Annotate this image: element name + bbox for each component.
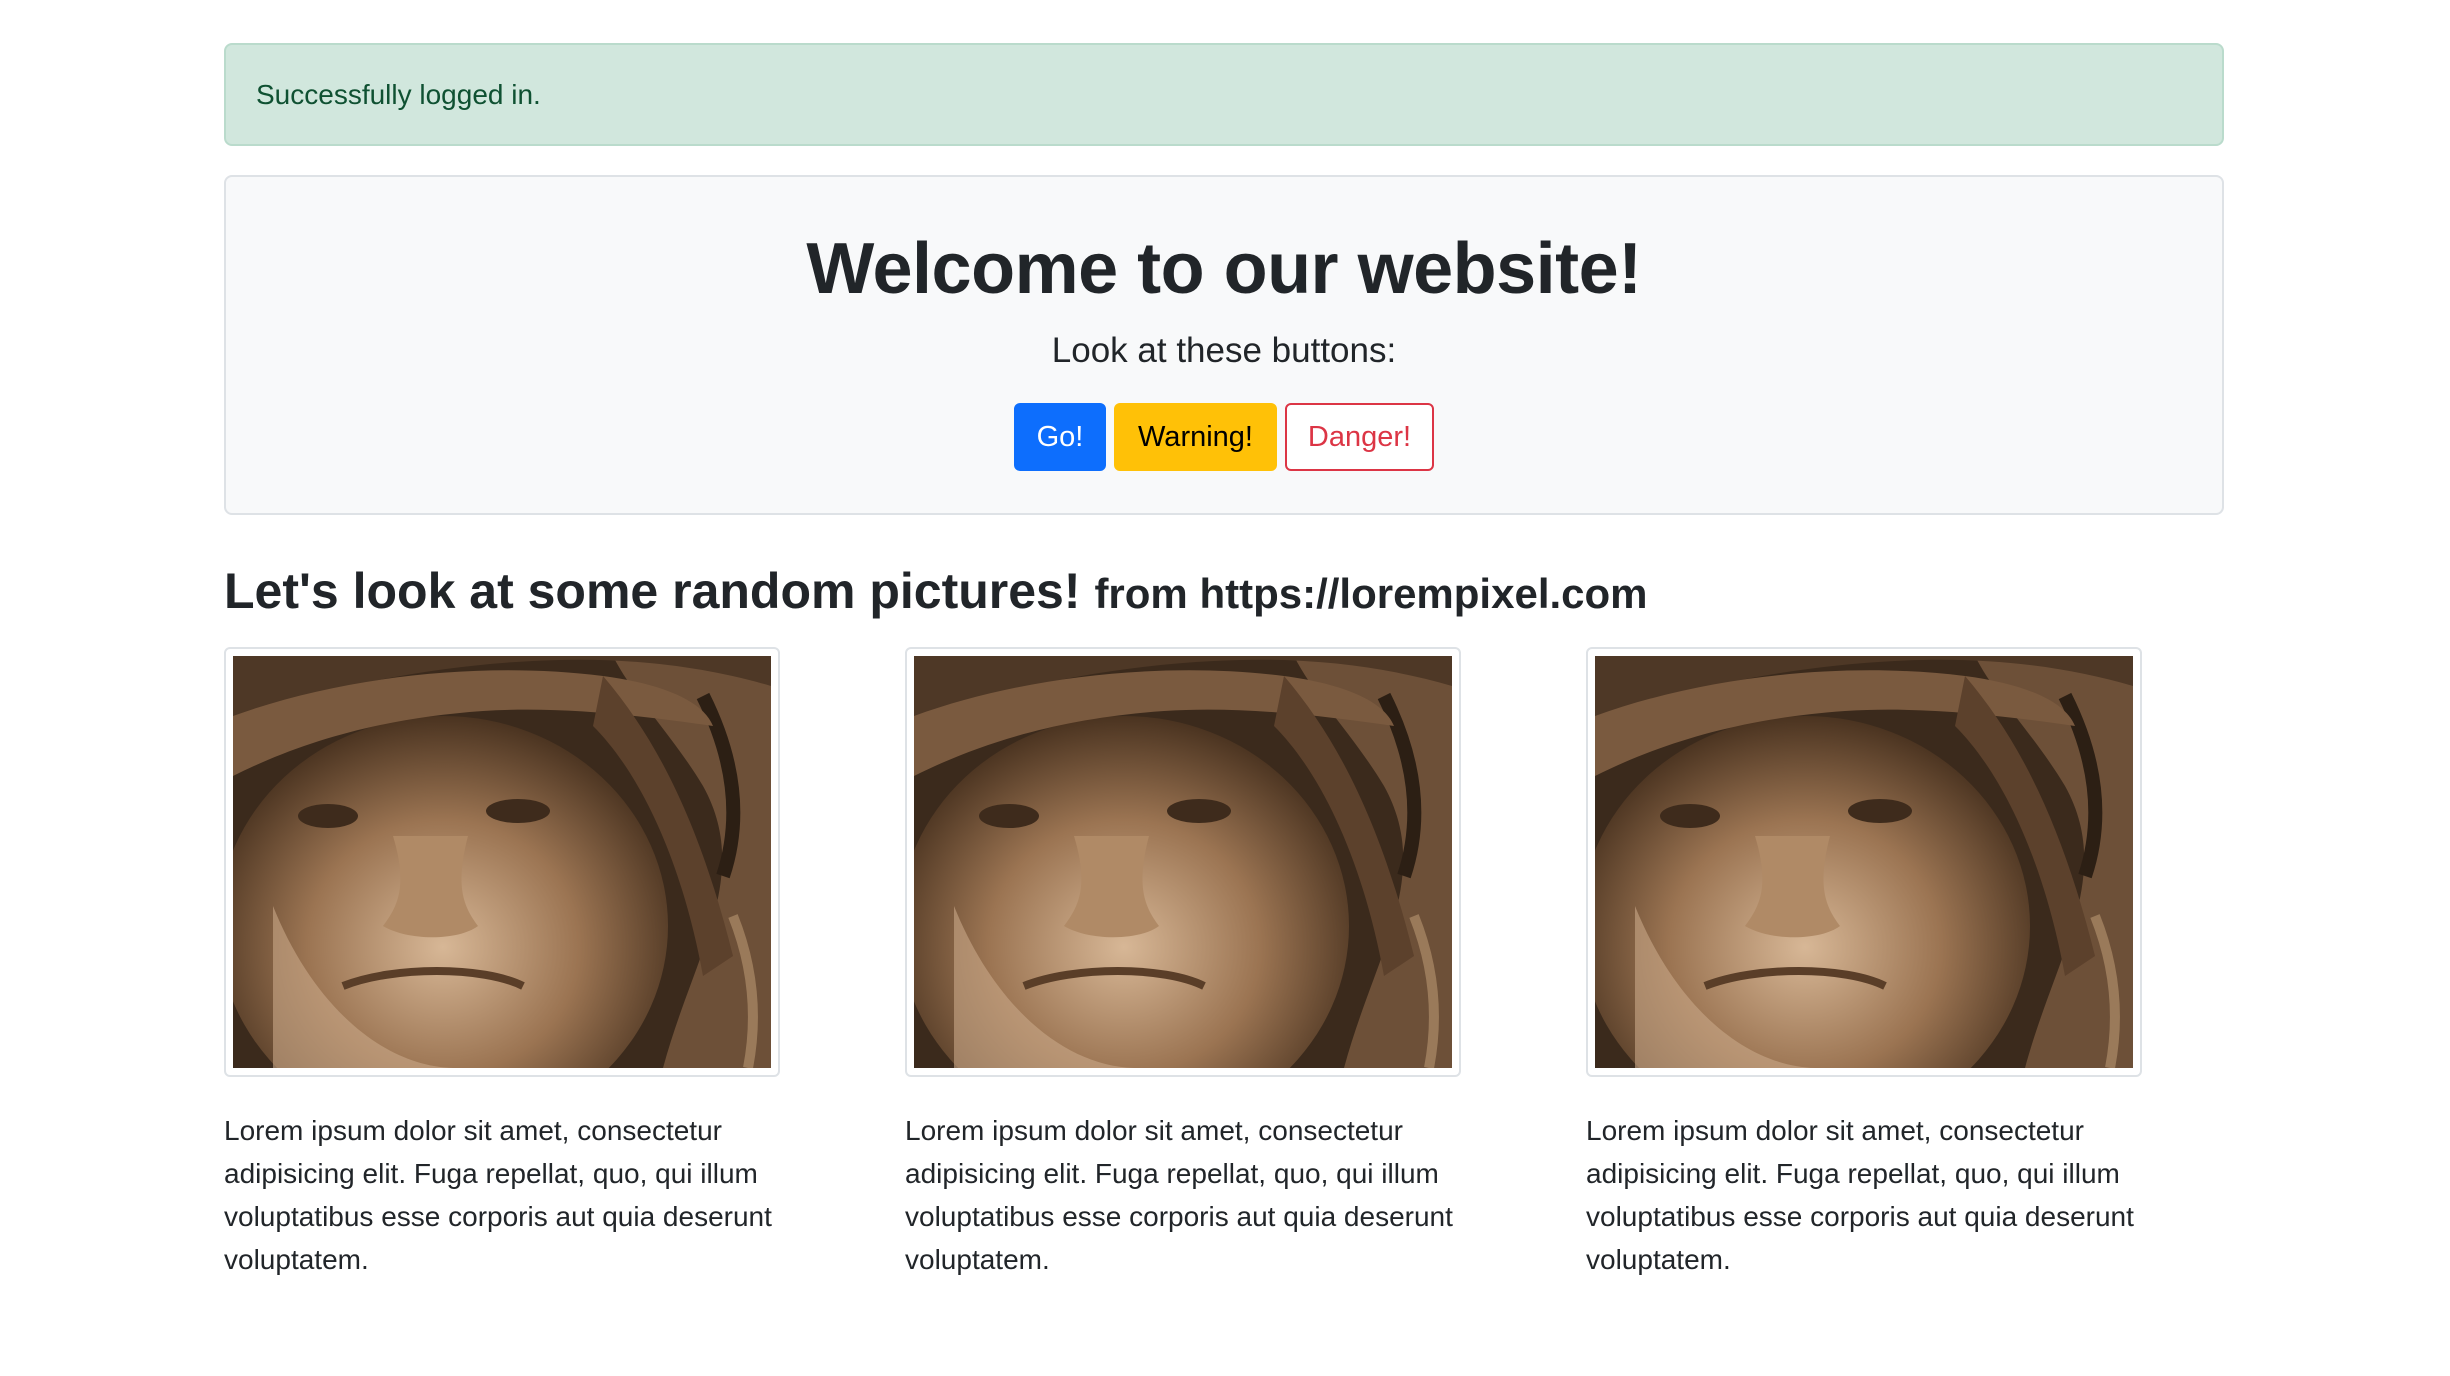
card-caption: Lorem ipsum dolor sit amet, consectetur … [224, 1115, 772, 1275]
portrait-image [233, 656, 771, 1068]
alert-message: Successfully logged in. [256, 78, 541, 110]
go-button[interactable]: Go! [1014, 403, 1106, 471]
success-alert: Successfully logged in. [224, 43, 2224, 146]
gallery-title: Let's look at some random pictures! [224, 563, 1081, 619]
page-container: Successfully logged in. Welcome to our w… [224, 43, 2224, 1275]
gallery-thumbnail [905, 647, 1461, 1077]
gallery-card: Lorem ipsum dolor sit amet, consectetur … [1586, 647, 2226, 1281]
gallery-source: from https://lorempixel.com [1094, 570, 1648, 617]
danger-button[interactable]: Danger! [1285, 403, 1434, 471]
gallery-thumbnail [224, 647, 780, 1077]
gallery-card: Lorem ipsum dolor sit amet, consectetur … [905, 647, 1545, 1281]
card-caption: Lorem ipsum dolor sit amet, consectetur … [1586, 1115, 2134, 1275]
portrait-image [914, 656, 1452, 1068]
gallery-thumbnail [1586, 647, 2142, 1077]
gallery-heading: Let's look at some random pictures! from… [224, 556, 1648, 629]
hero-lead: Look at these buttons: [1051, 331, 1397, 370]
gallery-card: Lorem ipsum dolor sit amet, consectetur … [224, 647, 864, 1281]
hero-panel: Welcome to our website! Look at these bu… [224, 175, 2224, 515]
warning-button[interactable]: Warning! [1114, 403, 1277, 471]
card-caption: Lorem ipsum dolor sit amet, consectetur … [905, 1115, 1453, 1275]
hero-title: Welcome to our website! [806, 229, 1642, 309]
hero-buttons: Go! Warning! Danger! [226, 403, 2222, 471]
portrait-image [1595, 656, 2133, 1068]
